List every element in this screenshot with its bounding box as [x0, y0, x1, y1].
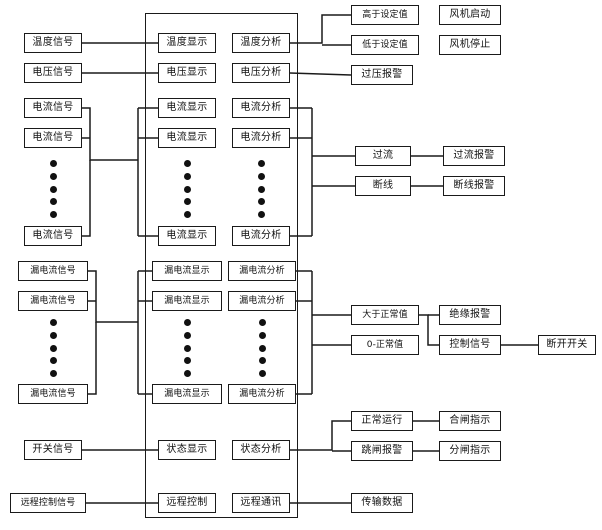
node-cond-zero-normal: 0-正常值: [351, 335, 419, 355]
ellipsis-dot: [49, 185, 57, 193]
ellipsis-dot: [183, 370, 191, 377]
node-out-open-ind: 分闸指示: [439, 441, 501, 461]
node-dsp-temp: 温度显示: [158, 33, 216, 53]
ellipsis-dot: [49, 198, 57, 206]
node-dsp-remote: 远程控制: [158, 493, 216, 513]
ell-in-leak-ellipsis: [49, 319, 57, 377]
ellipsis-dot: [257, 198, 265, 206]
wire-w-temp-out: [290, 14, 351, 44]
node-cond-below-set: 低于设定值: [351, 35, 419, 55]
node-ana-state: 状态分析: [232, 440, 290, 460]
ellipsis-dot: [49, 357, 57, 365]
ellipsis-dot: [183, 344, 191, 352]
node-in-temp: 温度信号: [24, 33, 82, 53]
node-dsp-cur-n: 电流显示: [158, 226, 216, 246]
ellipsis-dot: [49, 370, 57, 377]
node-ana-leak-2: 漏电流分析: [228, 291, 296, 311]
node-in-cur-n: 电流信号: [24, 226, 82, 246]
node-cond-overcurrent: 过流: [355, 146, 411, 166]
node-dsp-cur-2: 电流显示: [158, 128, 216, 148]
node-cond-overvoltage: 过压报警: [351, 65, 413, 85]
ell-dsp-leak-ellipsis: [183, 319, 191, 377]
node-in-leak-2: 漏电流信号: [18, 291, 88, 311]
node-cond-trip-alarm: 跳闸报警: [351, 441, 413, 461]
ellipsis-dot: [183, 185, 191, 193]
node-dsp-leak-1: 漏电流显示: [152, 261, 222, 281]
ell-ana-leak-ellipsis: [258, 319, 266, 377]
node-cond-above-set: 高于设定值: [351, 5, 419, 25]
wire-w-state-out: [290, 420, 351, 451]
node-dsp-state: 状态显示: [158, 440, 216, 460]
node-dsp-leak-2: 漏电流显示: [152, 291, 222, 311]
node-dsp-cur-1: 电流显示: [158, 98, 216, 118]
node-cond-wirebreak: 断线: [355, 176, 411, 196]
node-ana-cur-n: 电流分析: [232, 226, 290, 246]
node-ana-volt: 电压分析: [232, 63, 290, 83]
node-dsp-volt: 电压显示: [158, 63, 216, 83]
node-out-wb-alarm: 断线报警: [443, 176, 505, 196]
ellipsis-dot: [49, 319, 57, 326]
node-in-cur-2: 电流信号: [24, 128, 82, 148]
ellipsis-dot: [257, 172, 265, 180]
ellipsis-dot: [183, 160, 191, 167]
flowchart-diagram: 温度信号 电压信号 电流信号 电流信号 电流信号 漏电流信号 漏电流信号 漏电流信号 开关信号远…: [0, 0, 602, 530]
node-ana-leak-1: 漏电流分析: [228, 261, 296, 281]
node-out-fan-start: 风机启动: [439, 5, 501, 25]
node-ana-temp: 温度分析: [232, 33, 290, 53]
ellipsis-dot: [183, 357, 191, 365]
node-out-ctrl-signal: 控制信号: [439, 335, 501, 355]
node-ana-leak-n: 漏电流分析: [228, 384, 296, 404]
ellipsis-dot: [257, 160, 265, 167]
node-in-remote: 远程控制信号: [10, 493, 86, 513]
node-ana-cur-1: 电流分析: [232, 98, 290, 118]
wire-w-leak-in-1: [88, 270, 138, 323]
node-out-fan-stop: 风机停止: [439, 35, 501, 55]
node-out-trip-switch: 断开开关: [538, 335, 596, 355]
ell-in-current-ellipsis: [49, 160, 57, 218]
node-cond-send-data: 传输数据: [351, 493, 413, 513]
node-in-cur-1: 电流信号: [24, 98, 82, 118]
ellipsis-dot: [183, 211, 191, 218]
connector-lines: [82, 14, 538, 504]
ellipsis-dot: [183, 319, 191, 326]
node-out-oc-alarm: 过流报警: [443, 146, 505, 166]
ellipsis-dot: [49, 331, 57, 339]
node-out-insul-alarm: 绝缘报警: [439, 305, 501, 325]
node-ana-comm: 远程通讯: [232, 493, 290, 513]
ell-dsp-current-ellipsis: [183, 160, 191, 218]
ellipsis-dot: [258, 319, 266, 326]
ellipsis-dot: [183, 198, 191, 206]
ellipsis-dot: [49, 160, 57, 167]
node-in-volt: 电压信号: [24, 63, 82, 83]
ellipsis-dot: [258, 344, 266, 352]
node-ana-cur-2: 电流分析: [232, 128, 290, 148]
wire-w-volt-out: [289, 72, 352, 76]
ellipsis-dot: [258, 370, 266, 377]
ellipsis-dot: [49, 211, 57, 218]
node-cond-normal-run: 正常运行: [351, 411, 413, 431]
ellipsis-dot: [49, 172, 57, 180]
wire-w-leak-in-n: [88, 322, 97, 395]
node-out-close-ind: 合闸指示: [439, 411, 501, 431]
node-in-leak-n: 漏电流信号: [18, 384, 88, 404]
node-in-leak-1: 漏电流信号: [18, 261, 88, 281]
ellipsis-dot: [183, 331, 191, 339]
ellipsis-dot: [183, 172, 191, 180]
wire-w-abn-split: [419, 314, 439, 346]
wire-w-cur-in-n: [82, 160, 91, 237]
node-in-switch: 开关信号: [24, 440, 82, 460]
node-cond-above-normal: 大于正常值: [351, 305, 419, 325]
ellipsis-dot: [257, 185, 265, 193]
ellipsis-dot: [258, 331, 266, 339]
ellipsis-dot: [49, 344, 57, 352]
wire-w-cur-in-1: [82, 107, 138, 161]
ell-ana-current-ellipsis: [257, 160, 265, 218]
ellipsis-dot: [258, 357, 266, 365]
ellipsis-dot: [257, 211, 265, 218]
node-dsp-leak-n: 漏电流显示: [152, 384, 222, 404]
